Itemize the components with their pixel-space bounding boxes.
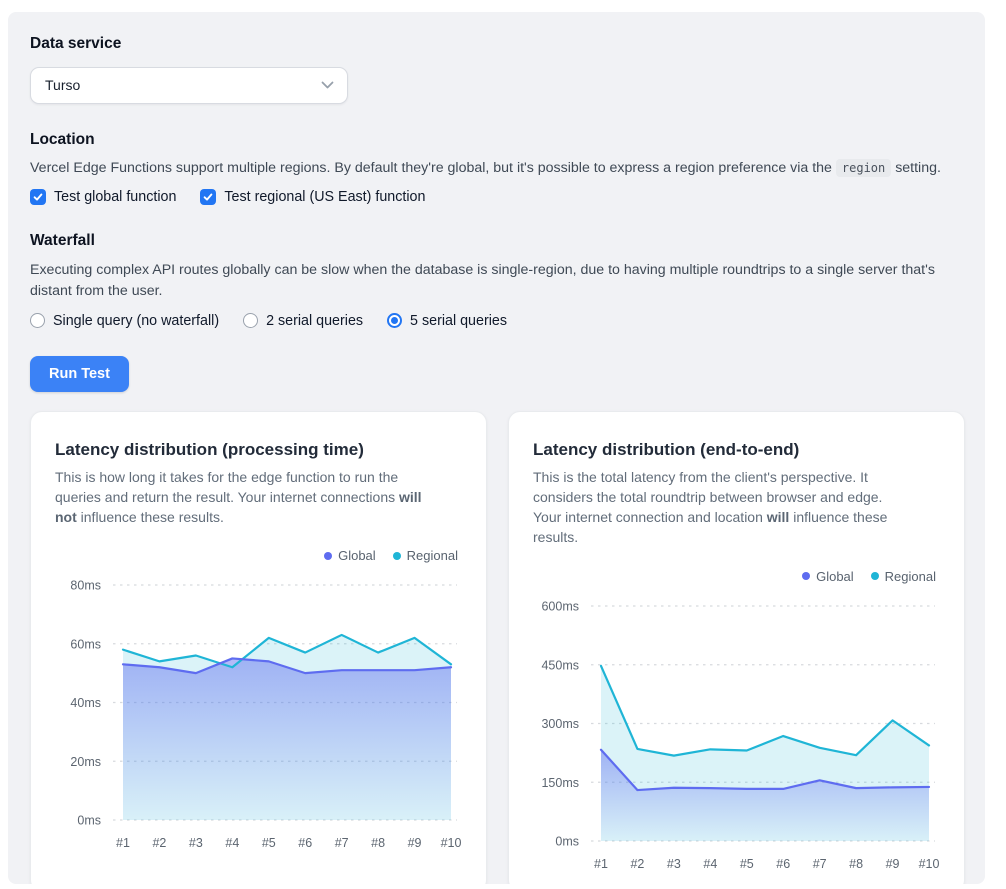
- svg-text:#7: #7: [813, 857, 827, 871]
- location-heading: Location: [30, 131, 975, 150]
- svg-text:450ms: 450ms: [541, 658, 579, 672]
- processing-time-card: Latency distribution (processing time) T…: [30, 411, 487, 884]
- svg-text:#4: #4: [703, 857, 717, 871]
- svg-text:#6: #6: [298, 836, 312, 850]
- end-to-end-card: Latency distribution (end-to-end) This i…: [508, 411, 965, 884]
- location-checkbox-row: Test global function Test regional (US E…: [30, 189, 975, 205]
- waterfall-section: Waterfall Executing complex API routes g…: [30, 232, 975, 328]
- svg-text:#10: #10: [441, 836, 462, 850]
- legend-dot-icon: [802, 572, 810, 580]
- checkbox-checked-icon: [30, 189, 46, 205]
- checkbox-checked-icon: [200, 189, 216, 205]
- svg-text:20ms: 20ms: [70, 755, 101, 769]
- legend-label: Global: [338, 548, 376, 563]
- checkbox-test-regional-function[interactable]: Test regional (US East) function: [200, 189, 425, 205]
- radio-label: 5 serial queries: [410, 313, 507, 329]
- legend-dot-icon: [393, 552, 401, 560]
- svg-text:150ms: 150ms: [541, 775, 579, 789]
- run-test-button[interactable]: Run Test: [30, 356, 129, 392]
- svg-text:#9: #9: [886, 857, 900, 871]
- legend-item-regional[interactable]: Regional: [393, 548, 458, 563]
- waterfall-heading: Waterfall: [30, 232, 975, 251]
- radio-checked-icon: [387, 313, 402, 328]
- legend-dot-icon: [871, 572, 879, 580]
- svg-text:80ms: 80ms: [70, 579, 101, 593]
- chart-title: Latency distribution (processing time): [55, 439, 462, 460]
- svg-text:#4: #4: [225, 836, 239, 850]
- data-service-select[interactable]: Turso: [30, 67, 348, 104]
- svg-text:#2: #2: [152, 836, 166, 850]
- svg-text:#8: #8: [849, 857, 863, 871]
- app-panel: Data service Turso Location Vercel Edge …: [8, 12, 985, 884]
- chart-description: This is the total latency from the clien…: [533, 467, 911, 548]
- legend-label: Global: [816, 569, 854, 584]
- radio-label: Single query (no waterfall): [53, 313, 219, 329]
- waterfall-description: Executing complex API routes globally ca…: [30, 260, 975, 303]
- chevron-down-icon: [321, 81, 334, 89]
- legend-item-global[interactable]: Global: [324, 548, 376, 563]
- svg-text:#2: #2: [630, 857, 644, 871]
- checkbox-label: Test global function: [54, 189, 176, 205]
- latency-chart-end-to-end: 0ms 150ms 300ms 450ms 600ms #1 #2 #3 #4 #5 #6 #7 #8 #…: [533, 588, 943, 878]
- svg-text:#8: #8: [371, 836, 385, 850]
- svg-text:#6: #6: [776, 857, 790, 871]
- legend-dot-icon: [324, 552, 332, 560]
- radio-single-query[interactable]: Single query (no waterfall): [30, 313, 219, 329]
- svg-text:0ms: 0ms: [555, 834, 579, 848]
- svg-text:#5: #5: [262, 836, 276, 850]
- legend-label: Regional: [885, 569, 936, 584]
- svg-text:40ms: 40ms: [70, 696, 101, 710]
- svg-text:#7: #7: [335, 836, 349, 850]
- waterfall-radio-row: Single query (no waterfall) 2 serial que…: [30, 313, 975, 329]
- svg-text:#5: #5: [740, 857, 754, 871]
- chart-description: This is how long it takes for the edge f…: [55, 467, 433, 527]
- checkbox-label: Test regional (US East) function: [224, 189, 425, 205]
- svg-text:#1: #1: [594, 857, 608, 871]
- location-section: Location Vercel Edge Functions support m…: [30, 131, 975, 206]
- chart-title: Latency distribution (end-to-end): [533, 439, 940, 460]
- svg-text:60ms: 60ms: [70, 638, 101, 652]
- data-service-selected-value: Turso: [45, 77, 80, 93]
- radio-5-serial-queries[interactable]: 5 serial queries: [387, 313, 507, 329]
- chart-legend: Global Regional: [55, 548, 462, 563]
- radio-unchecked-icon: [30, 313, 45, 328]
- svg-text:600ms: 600ms: [541, 599, 579, 613]
- legend-item-global[interactable]: Global: [802, 569, 854, 584]
- svg-text:#3: #3: [667, 857, 681, 871]
- radio-label: 2 serial queries: [266, 313, 363, 329]
- chart-legend: Global Regional: [533, 569, 940, 584]
- svg-text:0ms: 0ms: [77, 814, 101, 828]
- chart-cards: Latency distribution (processing time) T…: [30, 411, 975, 884]
- location-description: Vercel Edge Functions support multiple r…: [30, 158, 975, 179]
- legend-label: Regional: [407, 548, 458, 563]
- svg-text:#10: #10: [919, 857, 940, 871]
- checkbox-test-global-function[interactable]: Test global function: [30, 189, 176, 205]
- svg-text:#9: #9: [408, 836, 422, 850]
- svg-text:300ms: 300ms: [541, 717, 579, 731]
- svg-text:#3: #3: [189, 836, 203, 850]
- latency-chart-processing-time: 0ms 20ms 40ms 60ms 80ms #1 #2 #3 #4 #5 #6 #7 #8 #9 #10: [55, 567, 465, 857]
- legend-item-regional[interactable]: Regional: [871, 569, 936, 584]
- radio-2-serial-queries[interactable]: 2 serial queries: [243, 313, 363, 329]
- data-service-heading: Data service: [30, 35, 975, 54]
- radio-unchecked-icon: [243, 313, 258, 328]
- svg-text:#1: #1: [116, 836, 130, 850]
